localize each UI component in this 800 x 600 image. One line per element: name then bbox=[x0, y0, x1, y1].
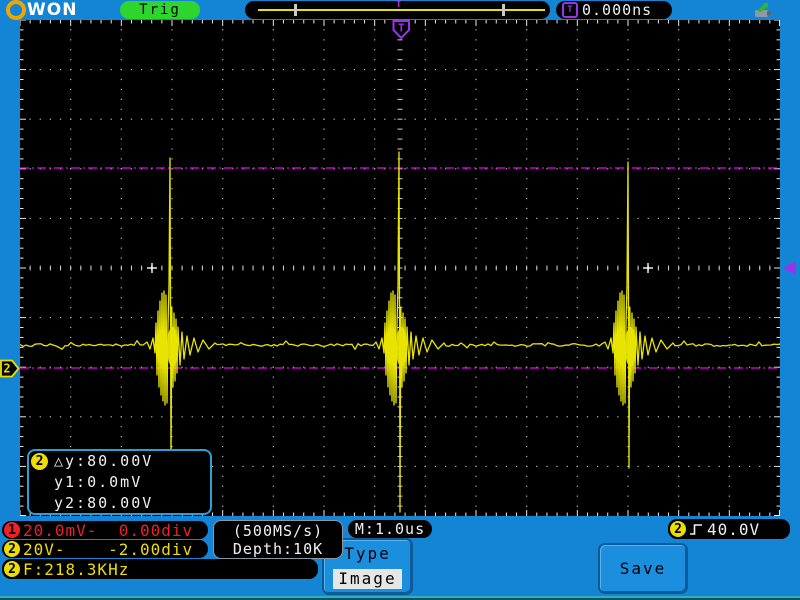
bottom-strip bbox=[0, 596, 800, 600]
trigger-status-badge: Trig bbox=[120, 1, 200, 19]
channel1-readout-pill: 1 20.0mV- 0.00div bbox=[2, 520, 208, 540]
frequency-readout-pill: 2 F:218.3KHz bbox=[2, 559, 318, 579]
channel1-readout: 20.0mV- 0.00div bbox=[23, 520, 194, 540]
channel2-badge: 2 bbox=[4, 541, 20, 557]
trigger-level-arrow-icon[interactable] bbox=[783, 261, 796, 275]
measure-y1: y1:0.0mV bbox=[54, 473, 143, 491]
save-button-label: Save bbox=[619, 559, 667, 578]
svg-text:2: 2 bbox=[3, 362, 10, 376]
window-bracket-left-icon[interactable] bbox=[294, 4, 297, 16]
rising-edge-icon bbox=[690, 523, 702, 535]
frequency-channel-badge: 2 bbox=[4, 561, 20, 577]
trigger-time-value: 0.000ns bbox=[582, 1, 653, 19]
svg-text:T: T bbox=[398, 22, 405, 35]
measure-channel-badge: 2 bbox=[31, 453, 48, 470]
trigger-time-pill: T 0.000ns bbox=[556, 1, 672, 19]
logo-text: WON bbox=[27, 0, 78, 20]
measure-delta-y: △y:80.00V bbox=[54, 452, 154, 470]
channel2-readout: 20V- -2.00div bbox=[23, 539, 194, 559]
save-button[interactable]: Save bbox=[598, 543, 688, 594]
measure-y2: y2:80.00V bbox=[54, 494, 154, 512]
trigger-level-pill: 2 40.0V bbox=[668, 519, 790, 539]
waveform-display bbox=[19, 19, 781, 516]
trigger-level-value: 40.0V bbox=[707, 519, 761, 539]
cursor-measure-box: 2 △y:80.00V y1:0.0mV y2:80.00V bbox=[27, 449, 212, 515]
graticule bbox=[19, 19, 781, 516]
timebase-pill: M:1.0us bbox=[348, 520, 432, 538]
record-depth: Depth:10K bbox=[232, 539, 324, 558]
trigger-time-icon: T bbox=[562, 2, 578, 18]
channel1-badge: 1 bbox=[4, 522, 20, 538]
frequency-readout: F:218.3KHz bbox=[23, 559, 130, 579]
type-button-value: Image bbox=[333, 569, 402, 589]
type-button-label: Type bbox=[344, 544, 391, 563]
channel2-readout-pill: 2 20V- -2.00div bbox=[2, 539, 208, 559]
sample-rate: (500MS/s) bbox=[232, 521, 324, 540]
logo-ring-icon bbox=[6, 0, 26, 20]
record-position-bar: T bbox=[245, 0, 550, 19]
record-trigger-marker[interactable]: T bbox=[396, 0, 401, 10]
brand-logo: WON bbox=[6, 0, 78, 20]
usb-icon bbox=[755, 3, 771, 17]
timebase-readout: M:1.0us bbox=[354, 520, 426, 538]
trigger-position-shield-icon[interactable]: T bbox=[392, 20, 411, 40]
window-bracket-right-icon[interactable] bbox=[502, 4, 505, 16]
channel2-zero-marker[interactable]: 2 bbox=[0, 359, 20, 378]
trigger-channel-badge: 2 bbox=[670, 521, 686, 537]
acquisition-box: (500MS/s) Depth:10K bbox=[213, 520, 343, 559]
